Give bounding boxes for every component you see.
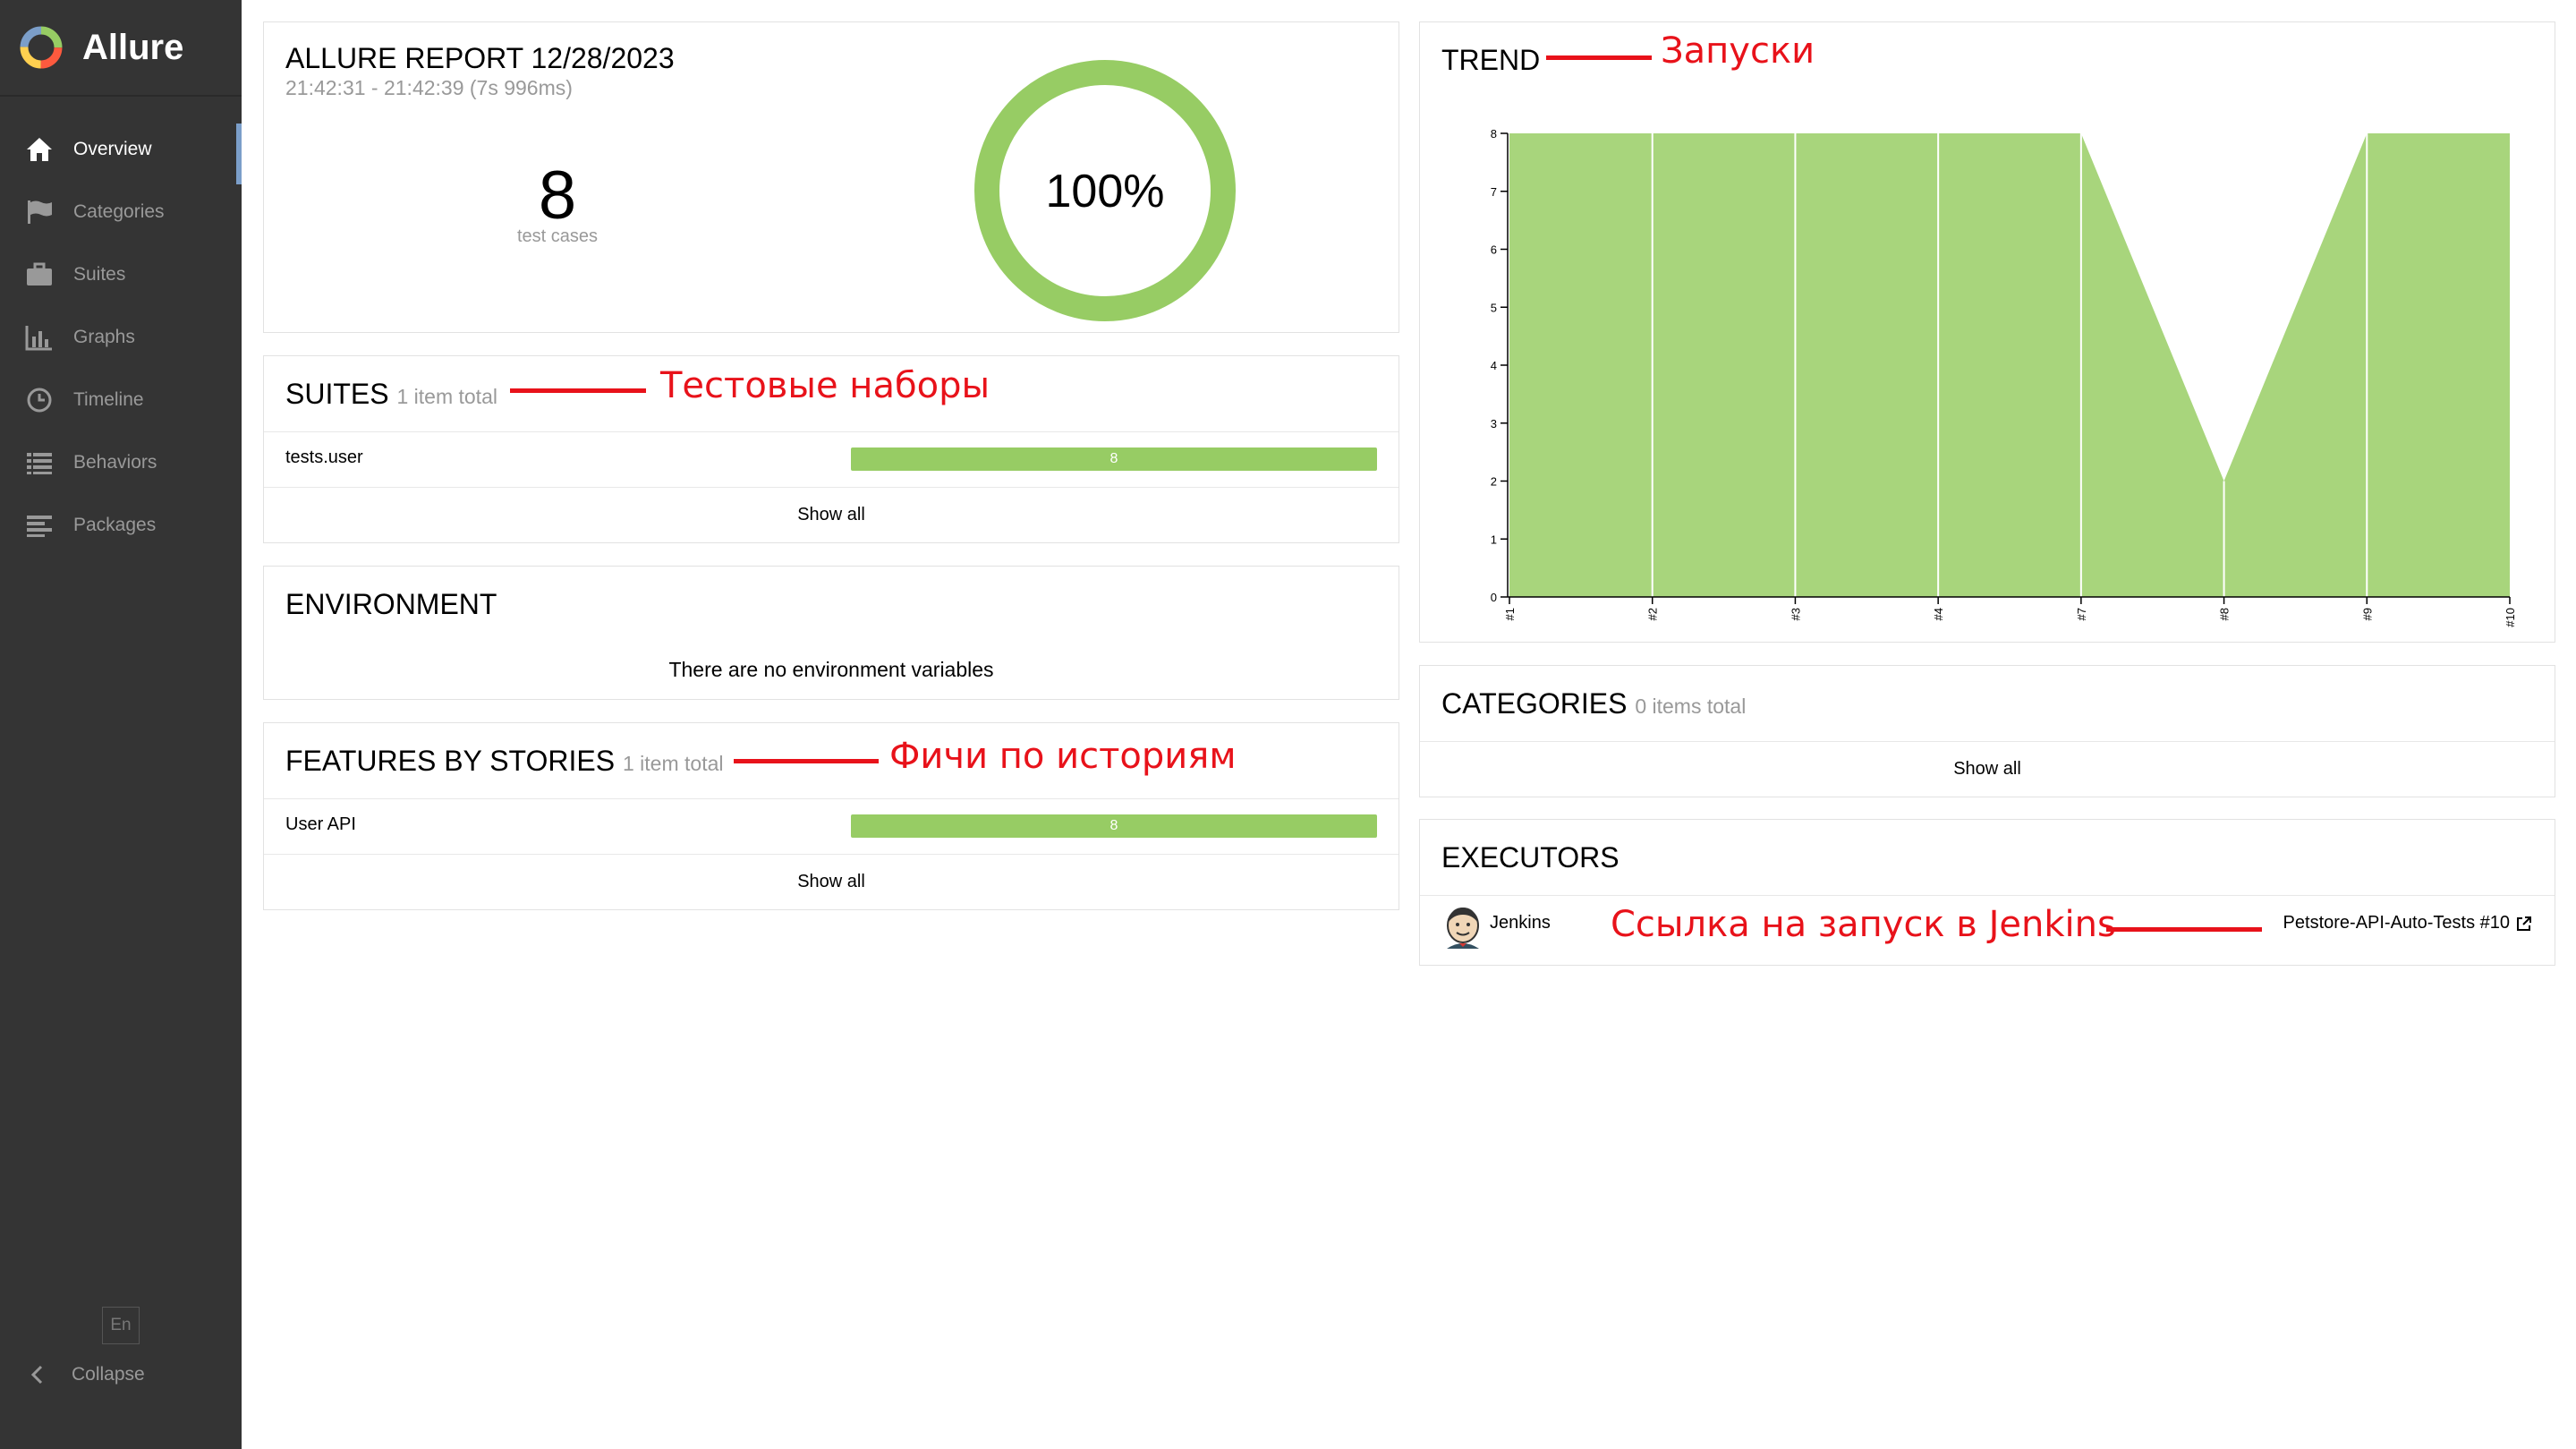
suites-title-text: SUITES: [285, 378, 389, 410]
y-tick-label: 0: [1491, 591, 1497, 604]
sidebar-item-label: Packages: [73, 515, 157, 535]
pass-rate-percent: 100%: [1046, 166, 1165, 217]
annotation-line-suites: [510, 388, 646, 393]
collapse-label: Collapse: [72, 1364, 145, 1385]
x-tick-label: #3: [1789, 608, 1802, 620]
list-icon: [23, 447, 55, 479]
divider: [264, 487, 1399, 488]
allure-logo-icon: [20, 26, 63, 69]
environment-title: ENVIRONMENT: [285, 588, 497, 620]
x-tick-label: #7: [2075, 608, 2088, 620]
table-row[interactable]: User API 8: [264, 798, 1399, 854]
y-tick-label: 3: [1491, 417, 1497, 430]
y-tick-label: 5: [1491, 301, 1497, 314]
features-subtitle: 1 item total: [622, 752, 724, 775]
sidebar-item-graphs[interactable]: Graphs: [0, 306, 242, 369]
pass-rate-donut: 100%: [974, 60, 1236, 321]
collapse-button[interactable]: Collapse: [0, 1350, 145, 1400]
suites-show-all-button[interactable]: Show all: [264, 505, 1399, 525]
jenkins-icon: [1447, 908, 1479, 949]
annotation-line-executors: [2106, 927, 2262, 932]
sidebar-nav: Overview Categories Suites Graphs Timeli…: [0, 118, 242, 557]
y-tick-label: 1: [1491, 533, 1497, 546]
x-tick-label: #1: [1503, 608, 1517, 620]
annotation-trend: Запуски: [1661, 30, 1815, 72]
x-tick-label: #2: [1646, 608, 1660, 620]
app-name: Allure: [82, 27, 184, 67]
x-tick-label: #4: [1932, 608, 1945, 620]
sidebar-item-suites[interactable]: Suites: [0, 243, 242, 306]
sidebar-item-label: Behaviors: [73, 452, 157, 473]
sidebar-item-label: Categories: [73, 201, 165, 222]
test-count: 8: [538, 158, 577, 234]
sidebar-item-behaviors[interactable]: Behaviors: [0, 431, 242, 494]
y-tick-label: 4: [1491, 359, 1497, 372]
sidebar-item-label: Graphs: [73, 327, 135, 347]
clock-icon: [23, 384, 55, 416]
annotation-executors: Ссылка на запуск в Jenkins: [1611, 904, 2116, 945]
briefcase-icon: [23, 259, 55, 291]
suite-name: tests.user: [285, 447, 363, 467]
sidebar-item-overview[interactable]: Overview: [0, 118, 242, 184]
executor-build-link[interactable]: Petstore-API-Auto-Tests #10: [2283, 913, 2533, 933]
features-show-all-button[interactable]: Show all: [264, 872, 1399, 892]
table-row[interactable]: tests.user 8: [264, 431, 1399, 487]
y-tick-label: 6: [1491, 243, 1497, 257]
chevron-left-icon: [21, 1359, 54, 1391]
trend-widget: TREND 0 1 2 3 4 5 6 7 8 #1 #2 #3 #4 #7 #8 #9 #10: [1419, 21, 2555, 643]
sidebar-item-label: Overview: [73, 139, 152, 159]
categories-title: CATEGORIES 0 items total: [1441, 687, 1746, 720]
executor-name: Jenkins: [1490, 913, 1551, 933]
home-icon: [23, 133, 55, 166]
trend-title: TREND: [1441, 44, 1541, 76]
sidebar-item-label: Timeline: [73, 389, 144, 410]
feature-status-bar: 8: [851, 814, 1377, 838]
sidebar-item-packages[interactable]: Packages: [0, 494, 242, 557]
categories-show-all-button[interactable]: Show all: [1420, 759, 2555, 780]
test-count-label: test cases: [516, 226, 599, 246]
report-time: 21:42:31 - 21:42:39 (7s 996ms): [285, 76, 573, 99]
y-tick-label: 7: [1491, 185, 1497, 199]
x-tick-label: #8: [2218, 608, 2232, 620]
features-title: FEATURES BY STORIES 1 item total: [285, 745, 723, 778]
bar-chart-icon: [23, 321, 55, 354]
report-title: ALLURE REPORT 12/28/2023: [285, 42, 675, 74]
summary-widget: ALLURE REPORT 12/28/2023 21:42:31 - 21:4…: [263, 21, 1399, 333]
environment-widget: ENVIRONMENT There are no environment var…: [263, 566, 1399, 700]
divider: [264, 854, 1399, 855]
brand[interactable]: Allure: [0, 0, 242, 97]
divider: [1420, 741, 2555, 742]
x-tick-label: #9: [2360, 608, 2374, 620]
sidebar-item-categories[interactable]: Categories: [0, 181, 242, 243]
suites-subtitle: 1 item total: [396, 385, 497, 408]
feature-name: User API: [285, 814, 356, 834]
categories-title-text: CATEGORIES: [1441, 687, 1628, 720]
sidebar: Allure Overview Categories Suites Graphs: [0, 0, 242, 1449]
annotation-features: Фичи по историям: [889, 736, 1237, 777]
executor-link-text: Petstore-API-Auto-Tests #10: [2283, 913, 2510, 933]
annotation-line-features: [734, 759, 879, 763]
suites-title: SUITES 1 item total: [285, 378, 497, 411]
features-title-text: FEATURES BY STORIES: [285, 745, 616, 777]
align-left-icon: [23, 509, 55, 541]
y-tick-label: 2: [1491, 475, 1497, 489]
y-tick-label: 8: [1491, 127, 1497, 141]
executors-title: EXECUTORS: [1441, 841, 1620, 874]
external-link-icon: [2517, 916, 2531, 931]
environment-empty-text: There are no environment variables: [668, 658, 994, 681]
x-tick-label: #10: [2504, 608, 2517, 627]
sidebar-item-label: Suites: [73, 264, 126, 285]
categories-widget: CATEGORIES 0 items total Show all: [1419, 665, 2555, 797]
trend-area-passed: [1509, 133, 2510, 597]
annotation-line-trend: [1546, 55, 1652, 60]
annotation-suites: Тестовые наборы: [660, 365, 990, 406]
categories-subtitle: 0 items total: [1635, 695, 1747, 718]
trend-chart[interactable]: 0 1 2 3 4 5 6 7 8 #1 #2 #3 #4 #7 #8 #9 #10: [1420, 85, 2529, 640]
suite-status-bar: 8: [851, 447, 1377, 471]
flag-icon: [23, 196, 55, 228]
sidebar-item-timeline[interactable]: Timeline: [0, 369, 242, 431]
language-selector[interactable]: En: [102, 1307, 140, 1344]
